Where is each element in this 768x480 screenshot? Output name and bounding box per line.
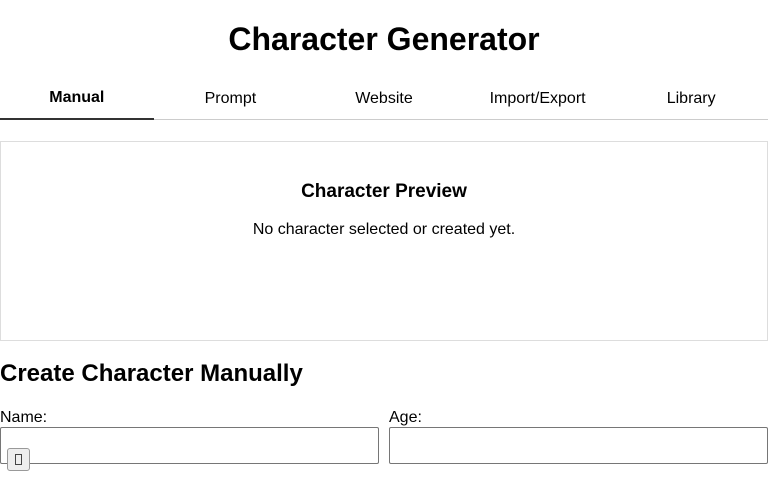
tab-prompt[interactable]: Prompt	[154, 78, 308, 119]
tab-import-export[interactable]: Import/Export	[461, 78, 615, 119]
app-title: Character Generator	[228, 21, 540, 57]
age-input[interactable]	[389, 427, 768, 464]
age-label: Age:	[389, 409, 422, 426]
overlay-button[interactable]	[7, 448, 30, 471]
preview-empty-message: No character selected or created yet.	[252, 221, 516, 238]
name-input[interactable]	[0, 427, 379, 464]
name-field-group: Name:	[0, 408, 379, 464]
character-generator-page: Character Generator Manual Prompt Websit…	[0, 0, 768, 480]
age-field-group: Age:	[389, 408, 768, 464]
missing-glyph-icon	[15, 454, 22, 465]
tab-library[interactable]: Library	[614, 78, 768, 119]
tab-bar: Manual Prompt Website Import/Export Libr…	[0, 78, 768, 120]
name-label: Name:	[0, 409, 48, 426]
manual-form-title: Create Character Manually	[0, 360, 303, 387]
tab-website[interactable]: Website	[307, 78, 461, 119]
tab-manual[interactable]: Manual	[0, 78, 154, 120]
preview-title: Character Preview	[301, 181, 467, 202]
character-preview-panel: Character Preview No character selected …	[0, 141, 768, 341]
